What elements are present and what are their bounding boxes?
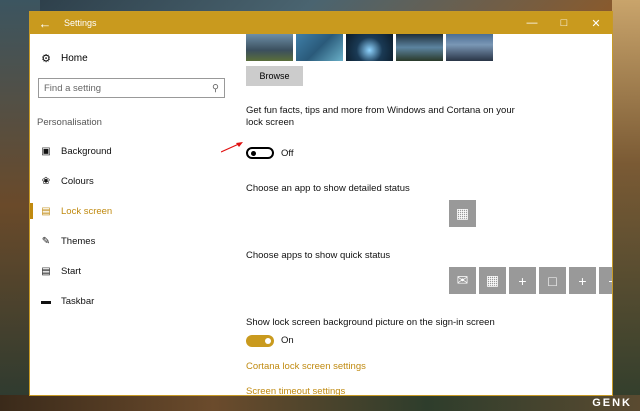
sidebar-item-label: Colours [61,175,94,187]
thumbnail[interactable] [446,34,493,61]
red-arrow-annotation [221,142,243,153]
plus-icon: + [518,272,527,289]
palette-icon: ❀ [41,175,51,187]
mail-icon: ✉ [456,272,469,288]
background-thumbnails [246,34,493,61]
watermark-logo: GENK [592,397,632,409]
sidebar-item-lock-screen[interactable]: ▤ Lock screen [30,196,233,226]
quick-status-label: Choose apps to show quick status [246,250,391,261]
search-input[interactable]: Find a setting ⚲ [38,78,225,98]
plus-icon: + [608,273,612,289]
signin-bg-toggle[interactable] [246,335,274,347]
plus-icon: + [578,272,587,289]
search-icon[interactable]: ⚲ [212,83,219,94]
signin-bg-state: On [281,335,294,346]
taskbar-icon: ▬ [41,295,51,307]
thumbnail[interactable] [296,34,343,61]
fun-facts-label: Get fun facts, tips and more from Window… [246,105,515,128]
sidebar-item-themes[interactable]: ✎ Themes [30,226,233,256]
section-heading: Personalisation [37,117,102,128]
sidebar-item-start[interactable]: ▤ Start [30,256,233,286]
sidebar-item-label: Themes [61,235,96,247]
picture-icon: ▣ [41,145,51,157]
brush-icon: ✎ [41,235,51,247]
settings-window: ← Settings — □ ✕ ⚙ Home Find a setting ⚲… [30,12,612,395]
thumbnail[interactable] [346,34,393,61]
calendar-icon: ▦ [485,272,500,288]
add-app-button[interactable]: + [509,267,536,294]
sidebar-item-label: Taskbar [61,295,95,307]
messaging-app-button[interactable]: □ [539,267,566,294]
fun-facts-toggle[interactable] [246,147,274,159]
back-arrow-icon[interactable]: ← [30,12,60,34]
search-placeholder: Find a setting [44,82,102,94]
gear-icon: ⚙ [41,52,51,65]
lock-screen-icon: ▤ [41,205,51,217]
calendar-app-button[interactable]: ▦ [479,267,506,294]
home-button[interactable]: ⚙ Home [30,44,233,72]
start-icon: ▤ [41,265,51,277]
add-app-button[interactable]: + [569,267,596,294]
cortana-settings-link[interactable]: Cortana lock screen settings [246,361,366,372]
signin-bg-label: Show lock screen background picture on t… [246,317,495,328]
sidebar-item-background[interactable]: ▣ Background [30,136,233,166]
sidebar-item-label: Start [61,265,82,277]
calendar-app-button[interactable]: ▦ [449,200,476,227]
sidebar-item-label: Lock screen [61,205,113,217]
minimize-icon[interactable]: — [516,12,548,34]
sidebar-item-taskbar[interactable]: ▬ Taskbar [30,286,233,316]
close-icon[interactable]: ✕ [580,12,612,34]
thumbnail[interactable] [246,34,293,61]
calendar-icon: ▦ [455,205,470,221]
add-app-button[interactable]: + [599,267,612,294]
window-title: Settings [64,18,97,28]
title-bar: ← Settings — □ ✕ [30,12,612,34]
sidebar-item-label: Background [61,145,112,157]
main-content: Browse Get fun facts, tips and more from… [233,34,612,395]
sidebar-item-colours[interactable]: ❀ Colours [30,166,233,196]
fun-facts-state: Off [281,148,294,159]
chat-icon: □ [548,272,557,289]
maximize-icon[interactable]: □ [548,12,580,34]
detailed-status-label: Choose an app to show detailed status [246,183,410,194]
sidebar: ⚙ Home Find a setting ⚲ Personalisation … [30,34,233,395]
home-label: Home [61,52,88,64]
browse-button[interactable]: Browse [246,66,303,86]
thumbnail[interactable] [396,34,443,61]
mail-app-button[interactable]: ✉ [449,267,476,294]
screen-timeout-link[interactable]: Screen timeout settings [246,386,345,395]
